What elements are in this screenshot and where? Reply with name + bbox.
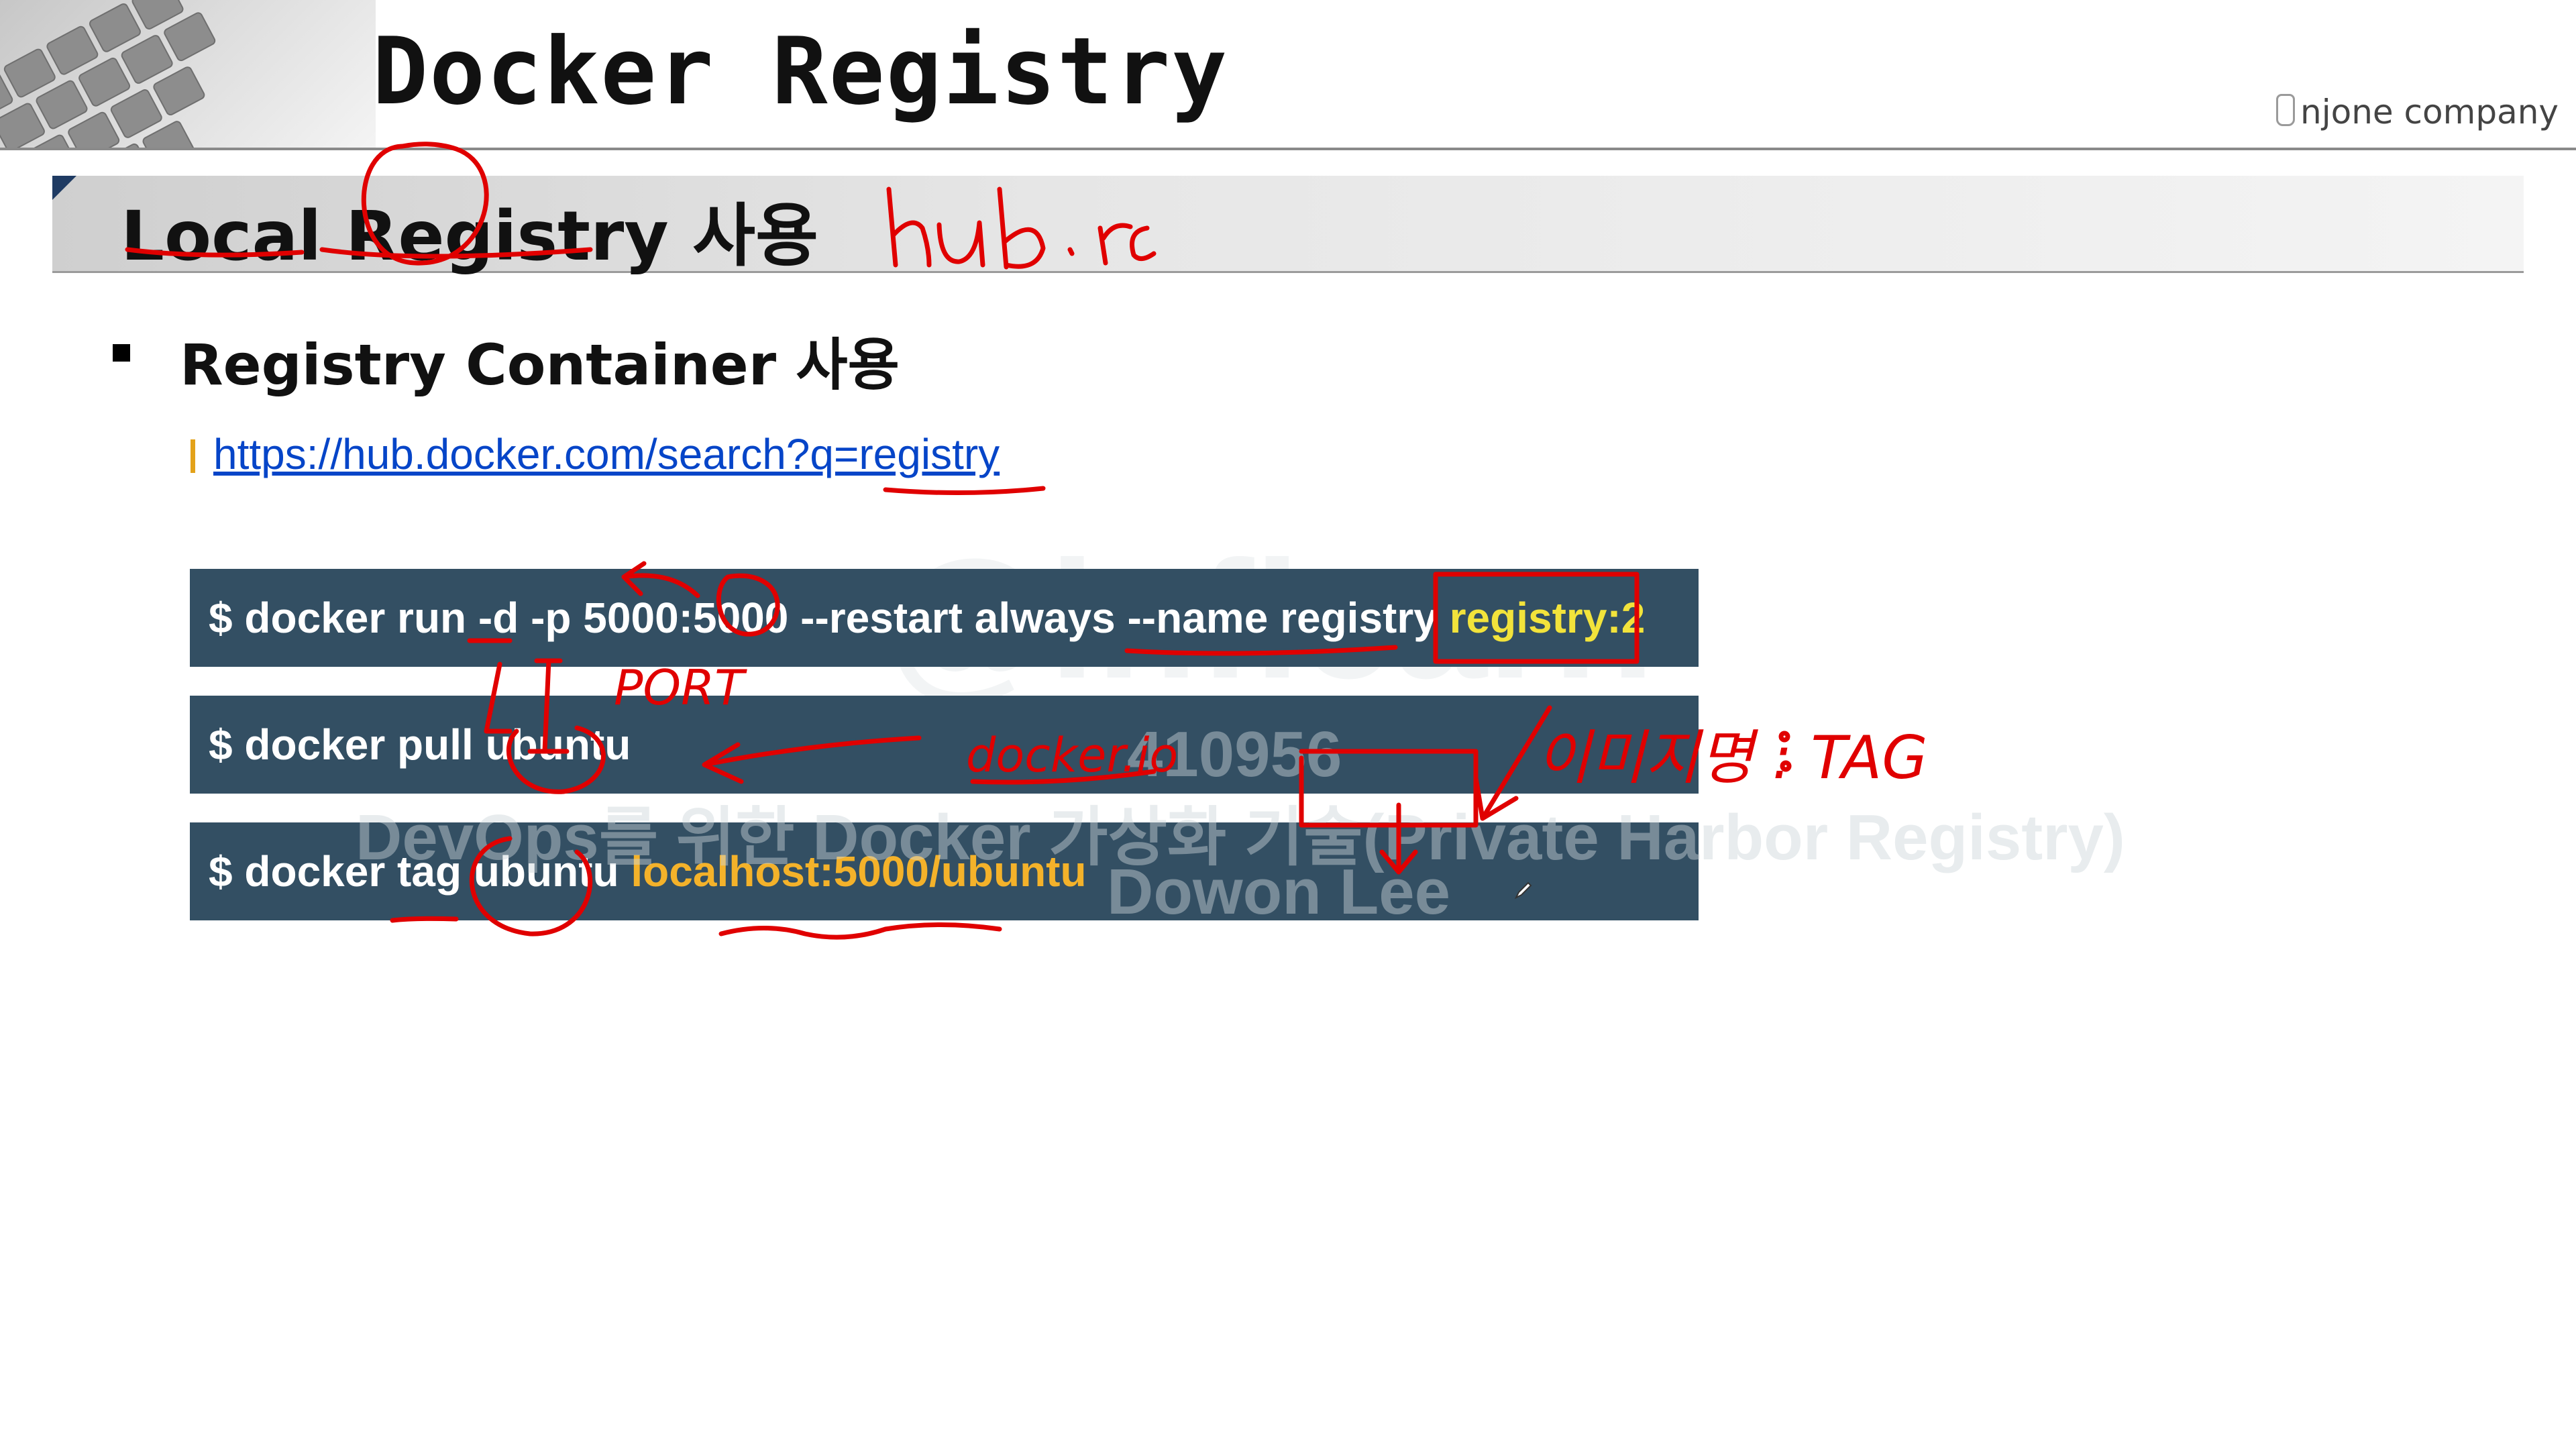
section-corner-icon — [52, 176, 76, 200]
annotation-underline-localhost — [718, 922, 1002, 940]
command-text: $ docker tag ubuntu — [209, 847, 631, 896]
section-header: Local Registry 사용 — [52, 176, 2524, 276]
pen-cursor-icon — [1514, 881, 1532, 900]
registry-hub-link[interactable]: https://hub.docker.com/search?q=registry — [213, 429, 1000, 479]
command-text: $ docker run -d -p 5000:5000 --restart a… — [209, 594, 1450, 642]
annotation-underline-link — [883, 486, 1046, 496]
brand-logo: njone company — [2276, 93, 2559, 131]
slide-title: Docker Registry — [372, 17, 1229, 125]
bullet-square-icon — [113, 344, 130, 362]
brand-text: njone company — [2300, 93, 2559, 131]
sub-bullet-marker — [191, 439, 195, 473]
slide: Docker Registry njone company Local Regi… — [0, 0, 2576, 1449]
command-highlight: localhost:5000/ubuntu — [631, 847, 1087, 896]
command-text: $ docker pull ubuntu — [209, 720, 631, 769]
annotation-colon-top — [1778, 731, 1790, 743]
annotation-colon-bottom — [1780, 760, 1792, 772]
command-highlight: registry:2 — [1449, 594, 1646, 642]
bullet-heading: Registry Container 사용 — [180, 332, 900, 398]
laptop-keyboard-image — [0, 0, 376, 149]
command-pull-ubuntu: $ docker pull ubuntu — [190, 696, 1699, 794]
command-tag-ubuntu: $ docker tag ubuntu localhost:5000/ubunt… — [190, 822, 1699, 920]
header-divider — [0, 148, 2576, 150]
section-title: Local Registry 사용 — [121, 197, 818, 276]
brand-mark-icon — [2276, 94, 2296, 126]
command-run-registry: $ docker run -d -p 5000:5000 --restart a… — [190, 569, 1699, 667]
